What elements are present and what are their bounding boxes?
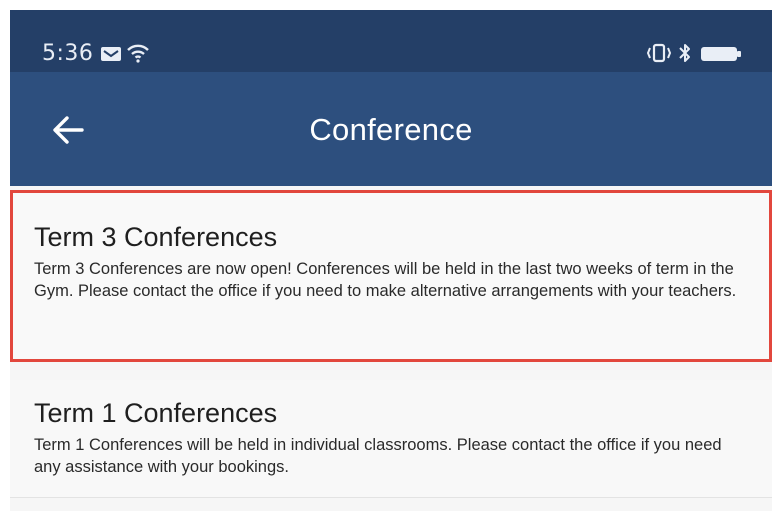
conference-description: Term 3 Conferences are now open! Confere… — [34, 260, 737, 300]
message-icon — [101, 47, 121, 61]
vibrate-icon — [646, 43, 672, 63]
phone-screen: 5:36 Conference Term 3 Conferences Term … — [10, 10, 772, 511]
conference-item-term-1[interactable]: Term 1 Conferences Term 1 Conferences wi… — [10, 380, 772, 498]
bluetooth-icon — [679, 44, 690, 62]
battery-icon — [701, 47, 741, 61]
conference-title: Term 3 Conferences — [34, 222, 278, 252]
page-title: Conference — [309, 112, 473, 147]
conference-description: Term 1 Conferences will be held in indiv… — [34, 436, 722, 476]
status-time: 5:36 — [42, 41, 94, 66]
conference-title: Term 1 Conferences — [34, 398, 278, 428]
status-bar: 5:36 — [10, 10, 772, 72]
conference-item-term-3[interactable]: Term 3 Conferences Term 3 Conferences ar… — [10, 190, 772, 362]
app-bar: Conference — [10, 72, 772, 186]
wifi-icon — [127, 44, 149, 63]
